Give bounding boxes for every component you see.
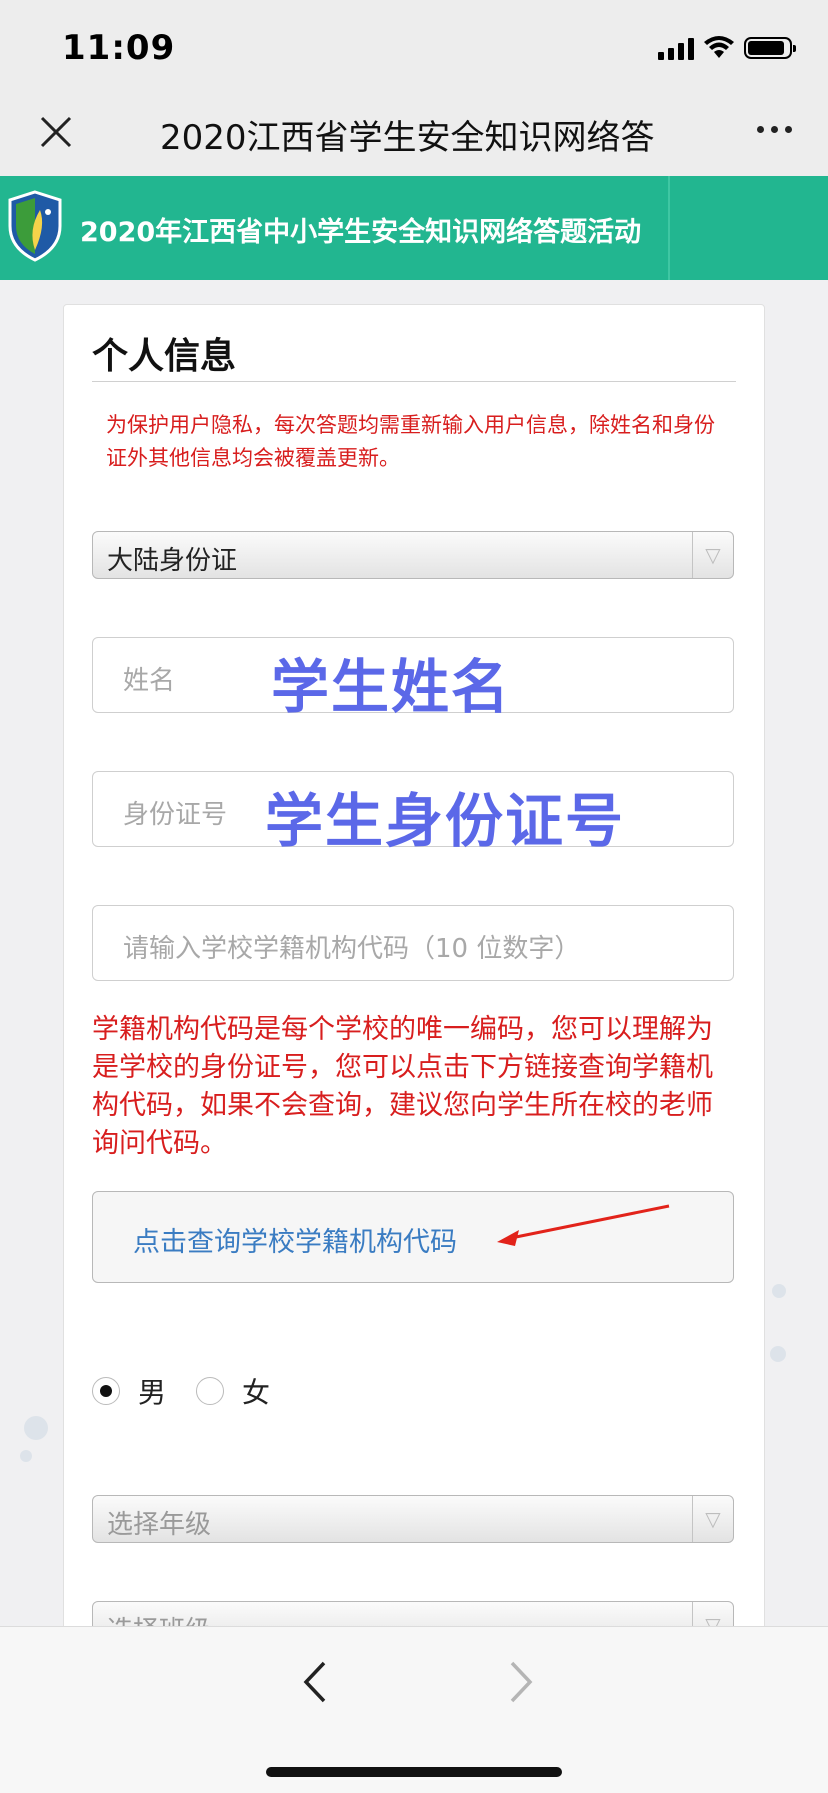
shield-logo-icon (8, 190, 62, 262)
decorative-dot (770, 1346, 786, 1362)
battery-icon (744, 37, 796, 59)
personal-info-card: 个人信息 为保护用户隐私，每次答题均需重新输入用户信息，除姓名和身份证外其他信息… (63, 304, 765, 1649)
forward-chevron-icon[interactable] (500, 1657, 540, 1707)
close-icon[interactable] (36, 112, 76, 152)
lookup-school-code-link[interactable]: 点击查询学校学籍机构代码 (133, 1220, 457, 1259)
banner-title: 2020年江西省中小学生安全知识网络答题活动 (80, 217, 642, 248)
decorative-dot (772, 1284, 786, 1298)
bottom-toolbar (0, 1626, 828, 1793)
back-chevron-icon[interactable] (296, 1657, 336, 1707)
home-indicator (266, 1767, 562, 1777)
gender-male-label[interactable]: 男 (138, 1371, 166, 1411)
id-number-input[interactable]: 身份证号 学生身份证号 (92, 771, 734, 855)
id-number-placeholder: 身份证号 (123, 800, 228, 830)
status-time: 11:09 (62, 28, 176, 68)
gender-radio-group: 男 女 (92, 1371, 300, 1411)
nav-bar: 2020江西省学生安全知识网络答 (0, 100, 828, 176)
decorative-dot (20, 1450, 32, 1462)
banner-divider (668, 176, 670, 280)
id-type-value: 大陆身份证 (107, 546, 238, 576)
cellular-signal-icon (658, 36, 694, 60)
chevron-down-icon: ▽ (692, 1496, 733, 1542)
red-arrow-icon (497, 1204, 670, 1246)
grade-select[interactable]: 选择年级 ▽ (92, 1495, 734, 1543)
school-code-input[interactable]: 请输入学校学籍机构代码（10 位数字） (92, 905, 734, 981)
name-placeholder: 姓名 (123, 666, 176, 696)
id-number-overlay-label: 学生身份证号 (265, 787, 626, 855)
lookup-box[interactable]: 点击查询学校学籍机构代码 (92, 1191, 734, 1283)
name-overlay-label: 学生姓名 (271, 653, 512, 721)
gender-male-radio[interactable] (92, 1377, 120, 1405)
privacy-note: 为保护用户隐私，每次答题均需重新输入用户信息，除姓名和身份证外其他信息均会被覆盖… (106, 413, 715, 470)
decorative-dot (24, 1416, 48, 1440)
gender-female-radio[interactable] (196, 1377, 225, 1405)
activity-banner: 2020年江西省中小学生安全知识网络答题活动 (0, 176, 828, 280)
page-title: 2020江西省学生安全知识网络答 (160, 118, 655, 158)
school-code-note: 学籍机构代码是每个学校的唯一编码，您可以理解为是学校的身份证号，您可以点击下方链… (92, 1014, 713, 1159)
divider (92, 381, 736, 382)
section-title: 个人信息 (92, 336, 237, 377)
chevron-down-icon: ▽ (692, 532, 733, 578)
status-icons (658, 36, 796, 60)
gender-female-label[interactable]: 女 (242, 1371, 270, 1411)
school-code-placeholder: 请输入学校学籍机构代码（10 位数字） (123, 934, 581, 964)
more-dots-icon[interactable] (757, 126, 792, 133)
status-bar: 11:09 (0, 0, 828, 100)
grade-placeholder: 选择年级 (107, 1510, 212, 1540)
id-type-select[interactable]: 大陆身份证 ▽ (92, 531, 734, 579)
wifi-icon (704, 36, 734, 58)
name-input[interactable]: 姓名 学生姓名 (92, 637, 734, 721)
